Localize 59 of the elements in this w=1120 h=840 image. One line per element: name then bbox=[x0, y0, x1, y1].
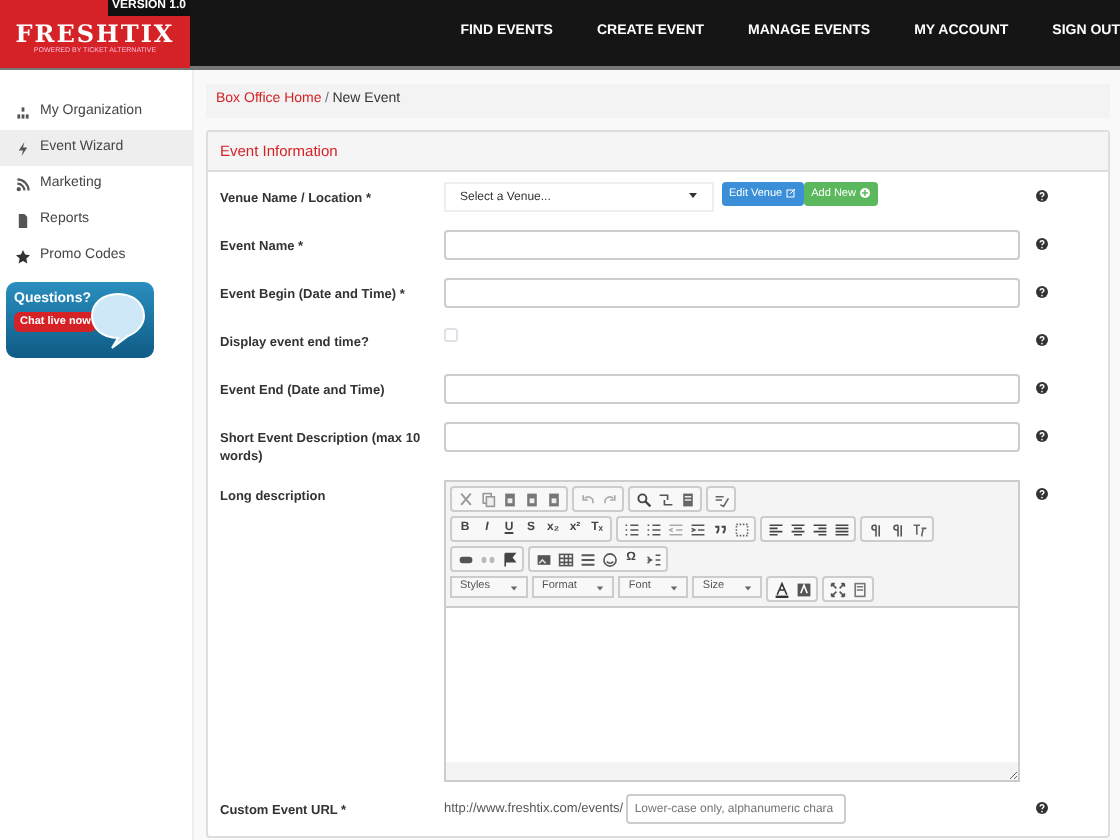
page-break-icon[interactable] bbox=[645, 551, 661, 567]
help-icon bbox=[1036, 429, 1048, 442]
indent-icon[interactable] bbox=[689, 521, 705, 537]
horizontal-rule-icon[interactable] bbox=[579, 551, 595, 567]
copy-icon[interactable] bbox=[479, 491, 495, 507]
document-icon bbox=[16, 213, 30, 227]
search-icon[interactable] bbox=[635, 491, 651, 507]
help-icon bbox=[1036, 488, 1048, 501]
replace-icon[interactable] bbox=[657, 491, 673, 507]
logo-text: FRESHTIX bbox=[15, 21, 175, 46]
smiley-icon[interactable] bbox=[601, 551, 617, 567]
resize-grip-icon bbox=[1008, 770, 1018, 780]
source-document-icon[interactable] bbox=[851, 581, 868, 597]
text-input-field[interactable] bbox=[444, 277, 1020, 307]
flag-icon[interactable] bbox=[501, 551, 517, 567]
scissors-icon[interactable] bbox=[457, 491, 473, 507]
align-left-icon[interactable] bbox=[767, 521, 783, 537]
table-icon[interactable] bbox=[557, 551, 573, 567]
help-icon bbox=[1036, 285, 1048, 298]
caret-icon bbox=[509, 583, 518, 591]
paragraph-icon[interactable] bbox=[889, 521, 905, 537]
caret-icon bbox=[596, 583, 605, 591]
list-icon[interactable] bbox=[645, 521, 661, 537]
image-icon[interactable] bbox=[535, 551, 551, 567]
text-input-field[interactable] bbox=[444, 421, 1020, 451]
help-icon bbox=[1036, 802, 1048, 815]
link-icon[interactable] bbox=[457, 551, 473, 567]
dashed-box-icon[interactable] bbox=[733, 521, 749, 537]
quote-icon[interactable] bbox=[711, 521, 727, 537]
org-chart-icon bbox=[16, 105, 30, 119]
text-color-icon[interactable] bbox=[773, 581, 790, 597]
align-center-icon[interactable] bbox=[789, 521, 805, 537]
maximize-icon[interactable] bbox=[829, 581, 846, 597]
text-input-field[interactable] bbox=[444, 229, 1020, 259]
background-color-icon[interactable] bbox=[795, 581, 812, 597]
rss-icon bbox=[16, 177, 30, 191]
caret-icon bbox=[744, 583, 753, 591]
spellcheck-icon[interactable] bbox=[713, 491, 729, 507]
plus-icon bbox=[859, 187, 869, 198]
help-icon bbox=[1036, 237, 1048, 250]
edit-icon bbox=[785, 187, 796, 198]
help-icon bbox=[1036, 333, 1048, 346]
text-input-field[interactable] bbox=[444, 373, 1020, 403]
list-icon[interactable] bbox=[623, 521, 639, 537]
clipboard-icon[interactable] bbox=[523, 491, 539, 507]
help-icon bbox=[1036, 381, 1048, 394]
checkbox[interactable] bbox=[444, 328, 458, 343]
speech-bubble-icon bbox=[88, 290, 148, 350]
help-icon bbox=[1036, 189, 1048, 202]
clipboard-icon[interactable] bbox=[501, 491, 517, 507]
align-right-icon[interactable] bbox=[811, 521, 827, 537]
bolt-icon bbox=[16, 141, 30, 155]
document-icon[interactable] bbox=[679, 491, 695, 507]
paragraph-icon[interactable] bbox=[867, 521, 883, 537]
clipboard-icon[interactable] bbox=[545, 491, 561, 507]
align-justify-icon[interactable] bbox=[833, 521, 849, 537]
caret-icon bbox=[688, 189, 698, 199]
star-icon bbox=[16, 249, 30, 263]
caret-icon bbox=[670, 583, 679, 591]
